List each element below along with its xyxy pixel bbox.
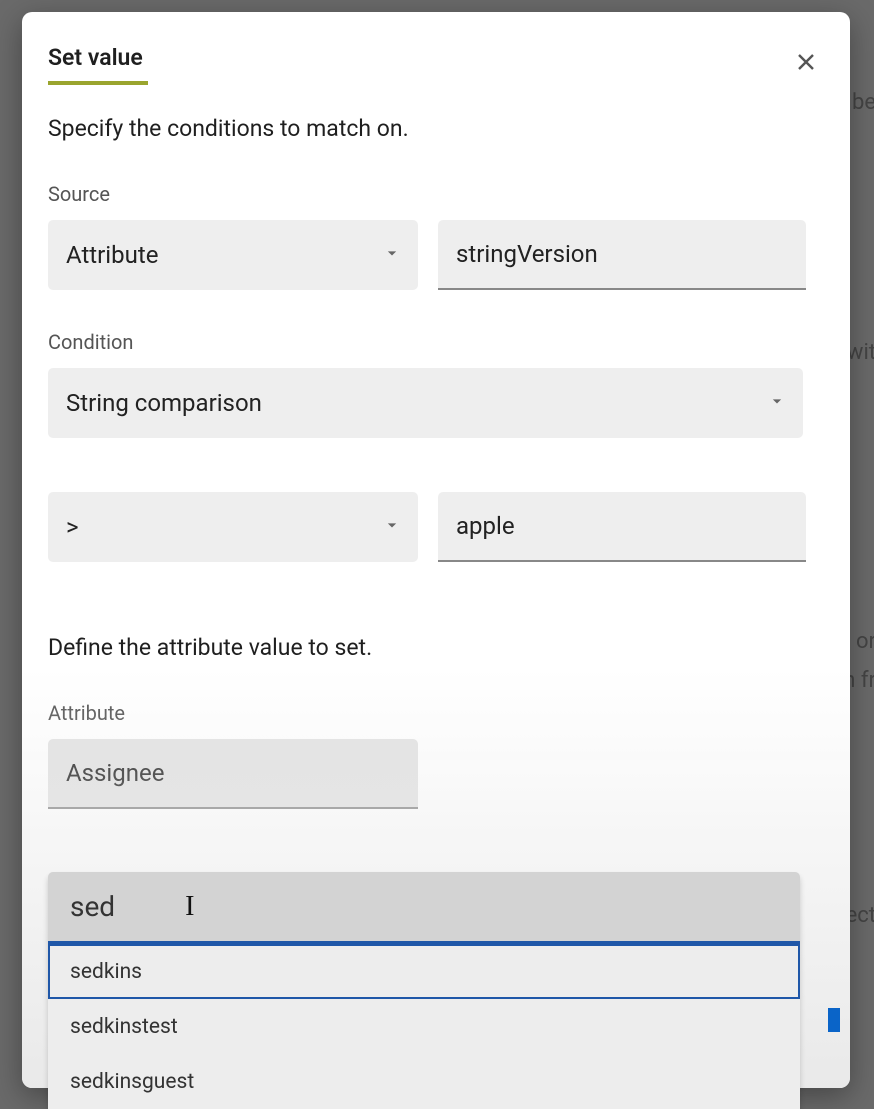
background-text: or — [856, 629, 874, 654]
autocomplete-query: sed — [70, 890, 115, 923]
compare-value-input[interactable]: apple — [438, 492, 806, 562]
assignee-autocomplete: sed I sedkins sedkinstest sedkinsguest — [48, 872, 800, 1109]
chevron-down-icon — [382, 513, 402, 541]
autocomplete-option[interactable]: sedkinstest — [48, 999, 800, 1054]
dialog-title: Set value — [48, 44, 148, 81]
condition-label: Condition — [48, 330, 824, 354]
source-attribute-input[interactable]: stringVersion — [438, 220, 806, 290]
setvalue-instruction: Define the attribute value to set. — [48, 634, 824, 661]
source-attribute-value: stringVersion — [456, 240, 598, 268]
attribute-select[interactable]: Assignee — [48, 739, 418, 809]
conditions-instruction: Specify the conditions to match on. — [48, 115, 824, 142]
set-value-dialog: Set value Specify the conditions to matc… — [22, 12, 850, 1088]
source-label: Source — [48, 182, 824, 206]
source-type-value: Attribute — [66, 241, 158, 269]
condition-type-select[interactable]: String comparison — [48, 368, 803, 438]
background-text: be — [852, 90, 874, 115]
chevron-down-icon — [382, 241, 402, 269]
autocomplete-option[interactable]: sedkinsguest — [48, 1054, 800, 1109]
chevron-down-icon — [767, 389, 787, 417]
title-underline — [48, 81, 148, 85]
operator-select[interactable]: > — [48, 492, 418, 562]
dialog-header: Set value — [48, 44, 824, 85]
autocomplete-input[interactable]: sed I — [48, 872, 800, 944]
autocomplete-option-label: sedkinstest — [70, 1015, 178, 1039]
attribute-label: Attribute — [48, 701, 824, 725]
attribute-value: Assignee — [66, 759, 164, 787]
autocomplete-option-label: sedkins — [70, 960, 142, 984]
condition-type-value: String comparison — [66, 389, 262, 417]
operator-value: > — [66, 513, 79, 541]
partial-button-edge — [828, 1008, 840, 1032]
close-button[interactable] — [788, 44, 824, 80]
autocomplete-option-label: sedkinsguest — [70, 1070, 194, 1094]
dialog-title-wrap: Set value — [48, 44, 148, 85]
autocomplete-list: sedkins sedkinstest sedkinsguest — [48, 944, 800, 1109]
text-cursor-icon: I — [185, 891, 194, 923]
compare-value-text: apple — [456, 512, 515, 540]
background-text: wit — [847, 340, 874, 365]
autocomplete-option[interactable]: sedkins — [48, 944, 800, 999]
close-icon — [794, 50, 818, 74]
source-type-select[interactable]: Attribute — [48, 220, 418, 290]
